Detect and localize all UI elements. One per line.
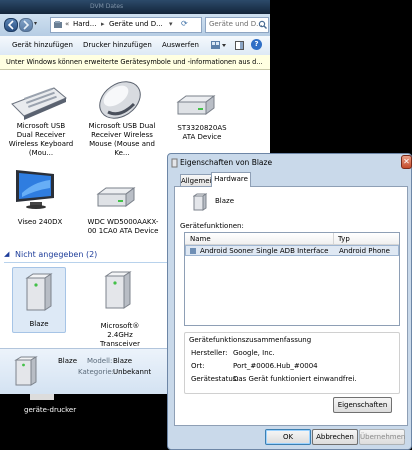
refresh-icon[interactable]: ⟳ [181, 19, 188, 28]
generic-device-icon [193, 193, 207, 211]
window-title: DVM Dates [90, 3, 124, 10]
device-tile-blaze[interactable]: Blaze [12, 267, 66, 333]
back-arrow-icon [7, 20, 14, 30]
device-label[interactable]: ST3320820AS ATA Device [170, 124, 234, 142]
row-name: Android Sooner Single ADB Interface [200, 247, 329, 255]
details-model-label: Modell: [87, 357, 113, 365]
breadcrumb-item[interactable]: Geräte und D... [109, 20, 163, 28]
device-functions-label: Gerätefunktionen: [180, 222, 244, 230]
forward-arrow-icon [23, 20, 30, 30]
collapse-arrow-icon[interactable]: ◢ [4, 250, 9, 258]
generic-device-icon [25, 273, 53, 311]
back-button[interactable] [4, 18, 18, 32]
hard-drive-icon [96, 187, 136, 207]
search-placeholder: Geräte und D... [209, 20, 263, 28]
recent-pages-dropdown-icon[interactable]: ▾ [34, 20, 37, 27]
tab-hardware[interactable]: Hardware [211, 172, 251, 187]
device-label[interactable]: Viseo 240DX [8, 218, 72, 227]
android-device-icon [190, 248, 196, 254]
device-icon-small [171, 158, 178, 168]
details-category-value: Unbekannt [113, 368, 152, 376]
device-status-label: Gerätestatus: [191, 375, 239, 383]
column-header-type[interactable]: Typ [338, 235, 350, 243]
manufacturer-label: Hersteller: [191, 349, 228, 357]
add-printer-button[interactable]: Drucker hinzufügen [83, 41, 152, 49]
info-bar[interactable]: Unter Windows können erweiterte Gerätesy… [0, 55, 270, 70]
group-header-label: Nicht angegeben (2) [15, 250, 98, 259]
apply-button[interactable]: Übernehmen [359, 429, 405, 445]
monitor-icon [16, 170, 54, 209]
desktop-shortcut-label[interactable]: geräte-drucker [24, 406, 76, 414]
view-options-icon [211, 41, 226, 49]
device-label: Blaze [29, 320, 49, 328]
devices-folder-icon [54, 21, 62, 28]
ok-button[interactable]: OK [265, 429, 311, 445]
mouse-icon [99, 81, 141, 119]
generic-device-icon [14, 356, 38, 386]
manufacturer-value: Google, Inc. [233, 349, 275, 357]
eject-button[interactable]: Auswerfen [162, 41, 199, 49]
properties-button[interactable]: Eigenschaften [333, 397, 392, 413]
info-bar-text: Unter Windows können erweiterte Gerätesy… [6, 58, 263, 66]
summary-title: Gerätefunktionszusammenfassung [189, 336, 312, 344]
device-label[interactable]: Microsoft USB Dual Receiver Wireless Key… [8, 122, 74, 158]
hard-drive-icon [176, 95, 216, 115]
device-label[interactable]: Microsoft USB Dual Receiver Wireless Mou… [86, 122, 158, 158]
device-status-value: Das Gerät funktioniert einwandfrei. [233, 375, 357, 383]
keyboard-icon [11, 87, 67, 120]
desktop-shortcut-icon [30, 394, 54, 400]
location-label: Ort: [191, 362, 205, 370]
details-category-label: Kategorie: [78, 368, 115, 376]
search-icon [258, 20, 267, 29]
column-header-name[interactable]: Name [190, 235, 211, 243]
details-model-value: Blaze [113, 357, 133, 365]
list-header: Name Typ [185, 233, 399, 245]
search-input[interactable]: Geräte und D... [205, 17, 269, 33]
add-device-button[interactable]: Gerät hinzufügen [12, 41, 73, 49]
address-dropdown-icon[interactable]: ▾ [169, 20, 173, 28]
preview-pane-icon [235, 41, 244, 50]
table-row[interactable]: Android Sooner Single ADB Interface Andr… [185, 245, 399, 256]
dialog-title: Eigenschaften von Blaze [180, 158, 273, 167]
window-title-bar[interactable]: DVM Dates [0, 0, 270, 14]
dialog-device-name: Blaze [215, 197, 235, 205]
close-button[interactable]: ✕ [401, 155, 412, 169]
cancel-button[interactable]: Abbrechen [312, 429, 358, 445]
forward-button[interactable] [19, 18, 33, 32]
location-value: Port_#0006.Hub_#0004 [233, 362, 318, 370]
device-label[interactable]: WDC WD5000AAKX-00 1CA0 ATA Device [86, 218, 160, 236]
generic-device-icon [104, 271, 132, 309]
help-icon[interactable]: ? [251, 39, 262, 50]
address-field[interactable]: « Hard... ▸ Geräte und D... ▾ ⟳ [50, 17, 202, 33]
details-device-name: Blaze [58, 357, 78, 365]
close-icon: ✕ [403, 157, 410, 166]
command-bar: Gerät hinzufügen Drucker hinzufügen Ausw… [0, 36, 270, 56]
row-type: Android Phone [339, 247, 390, 255]
breadcrumb-item[interactable]: Hard... [73, 20, 96, 28]
